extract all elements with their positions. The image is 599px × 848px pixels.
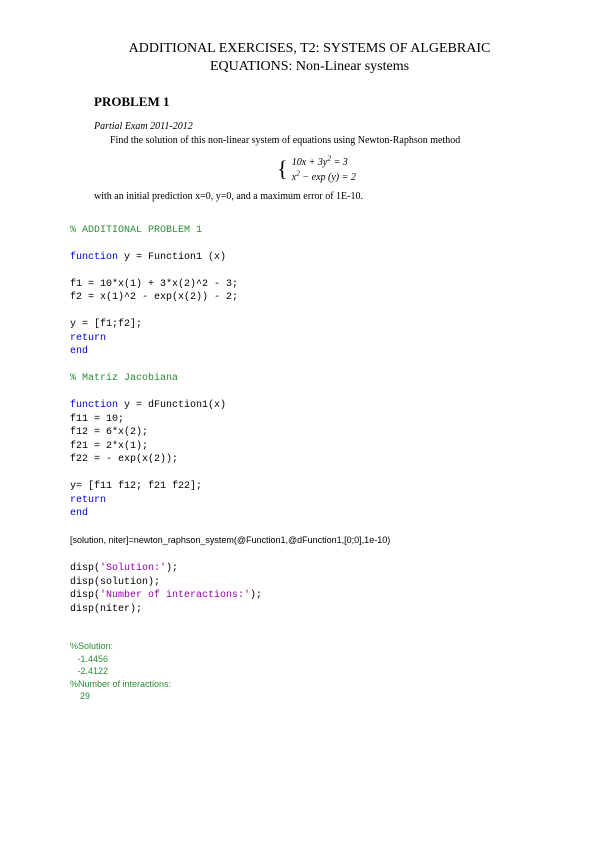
- fn1-signature: y = Function1 (x): [118, 252, 226, 263]
- exam-line: Partial Exam 2011-2012: [94, 120, 539, 134]
- output-block: %Solution: -1.4456 -2.4122 %Number of in…: [70, 640, 549, 703]
- title-line-2: EQUATIONS: Non-Linear systems: [210, 59, 409, 74]
- keyword-end: end: [70, 346, 88, 357]
- equation-block: { 10x + 3y2 = 3 x2 − exp (y) = 2: [94, 153, 539, 184]
- output-line: -1.4456: [78, 654, 109, 664]
- title-line-1: ADDITIONAL EXERCISES, T2: SYSTEMS OF ALG…: [129, 41, 491, 56]
- code-line: disp(niter);: [70, 604, 142, 615]
- initial-conditions: with an initial prediction x=0, y=0, and…: [94, 190, 539, 204]
- problem-heading: PROBLEM 1: [94, 94, 549, 110]
- keyword-function: function: [70, 400, 118, 411]
- document-page: ADDITIONAL EXERCISES, T2: SYSTEMS OF ALG…: [0, 0, 599, 743]
- output-line: -2.4122: [78, 666, 109, 676]
- fn2-signature: y = dFunction1(x): [118, 400, 226, 411]
- code-line: f21 = 2*x(1);: [70, 441, 148, 452]
- output-line: %Solution:: [70, 641, 113, 651]
- output-line: %Number of interactions:: [70, 679, 171, 689]
- code-line: y= [f11 f12; f21 f22];: [70, 481, 202, 492]
- code-line: disp('Solution:');: [70, 563, 178, 574]
- equation-1: 10x + 3y2 = 3: [292, 157, 348, 168]
- code-line: f12 = 6*x(2);: [70, 427, 148, 438]
- keyword-end: end: [70, 508, 88, 519]
- problem-body: Partial Exam 2011-2012 Find the solution…: [94, 120, 539, 203]
- code-comment: % ADDITIONAL PROBLEM 1: [70, 225, 202, 236]
- keyword-return: return: [70, 333, 106, 344]
- code-line: f11 = 10;: [70, 414, 124, 425]
- output-line: 29: [80, 691, 90, 701]
- code-call: [solution, niter]=newton_raphson_system(…: [70, 535, 390, 545]
- code-line: f22 = - exp(x(2));: [70, 454, 178, 465]
- code-line: disp(solution);: [70, 577, 160, 588]
- code-line: y = [f1;f2];: [70, 319, 142, 330]
- keyword-return: return: [70, 495, 106, 506]
- code-line: f2 = x(1)^2 - exp(x(2)) - 2;: [70, 292, 238, 303]
- left-brace-icon: {: [277, 160, 288, 178]
- document-title: ADDITIONAL EXERCISES, T2: SYSTEMS OF ALG…: [70, 40, 549, 76]
- code-line: f1 = 10*x(1) + 3*x(2)^2 - 3;: [70, 279, 238, 290]
- code-comment: % Matriz Jacobiana: [70, 373, 178, 384]
- problem-description: Find the solution of this non-linear sys…: [94, 134, 539, 148]
- code-block: % ADDITIONAL PROBLEM 1 function y = Func…: [70, 224, 549, 617]
- keyword-function: function: [70, 252, 118, 263]
- code-line: disp('Number of interactions:');: [70, 590, 262, 601]
- equation-2: x2 − exp (y) = 2: [292, 172, 356, 183]
